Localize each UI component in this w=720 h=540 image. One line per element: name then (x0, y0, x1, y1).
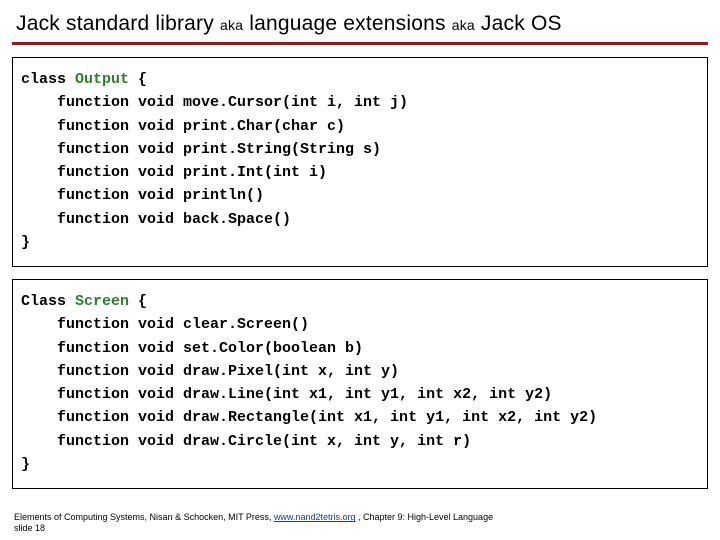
code-line: function void print.Int(int i) (21, 164, 327, 181)
code-line: function void println() (21, 187, 264, 204)
code-line: function void draw.Line(int x1, int y1, … (21, 386, 552, 403)
brace-close: } (21, 234, 30, 251)
class-name-output: Output (75, 71, 138, 88)
footer-text-before: Elements of Computing Systems, Nisan & S… (14, 512, 274, 522)
brace-close: } (21, 456, 30, 473)
code-line: function void set.Color(boolean b) (21, 340, 363, 357)
code-line: function void print.String(String s) (21, 141, 381, 158)
brace-open: { (138, 71, 147, 88)
brace-open: { (138, 293, 147, 310)
code-box-screen: Class Screen { function void clear.Scree… (12, 279, 708, 489)
keyword-class: class (21, 71, 75, 88)
class-name-screen: Screen (75, 293, 138, 310)
code-line: function void draw.Pixel(int x, int y) (21, 363, 399, 380)
title-part-1: Jack standard library (16, 12, 220, 35)
footer-text-after: , Chapter 9: High-Level Language (355, 512, 493, 522)
title-part-3: Jack OS (475, 12, 562, 35)
code-box-output: class Output { function void move.Cursor… (12, 57, 708, 267)
code-line: function void move.Cursor(int i, int j) (21, 94, 408, 111)
title-part-2: language extensions (243, 12, 452, 35)
code-line: function void back.Space() (21, 211, 291, 228)
code-line: class Output { (21, 71, 147, 88)
footer-line-2: slide 18 (14, 523, 45, 533)
slide-title: Jack standard library aka language exten… (12, 8, 708, 45)
code-line: function void draw.Circle(int x, int y, … (21, 433, 471, 450)
keyword-class: Class (21, 293, 75, 310)
slide-footer: Elements of Computing Systems, Nisan & S… (14, 512, 493, 534)
code-line: function void draw.Rectangle(int x1, int… (21, 409, 597, 426)
code-line: function void print.Char(char c) (21, 118, 345, 135)
title-aka-1: aka (220, 17, 243, 33)
code-line: Class Screen { (21, 293, 147, 310)
footer-link[interactable]: www.nand2tetris.org (274, 512, 356, 522)
title-aka-2: aka (452, 17, 475, 33)
code-line: function void clear.Screen() (21, 316, 309, 333)
slide: Jack standard library aka language exten… (0, 0, 720, 540)
